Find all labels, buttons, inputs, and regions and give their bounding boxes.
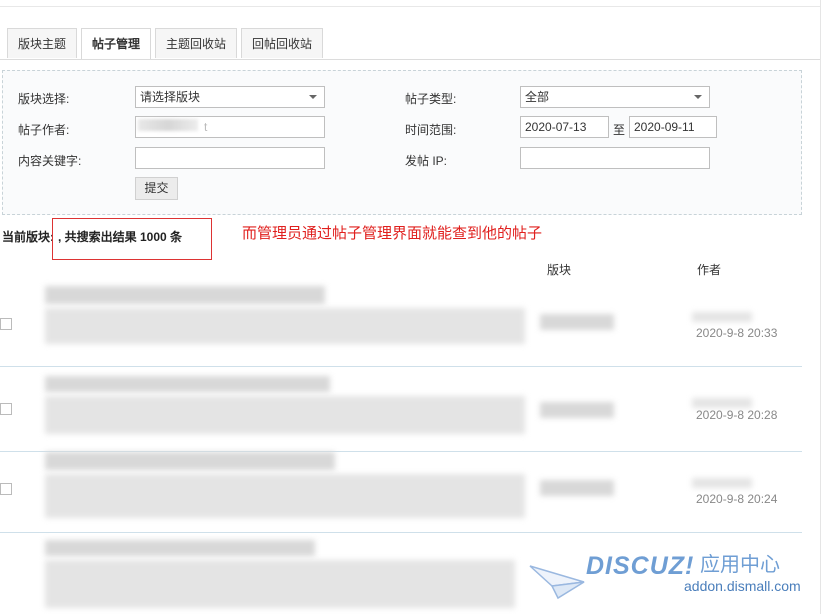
paper-plane-icon	[529, 565, 585, 600]
forum-select-label: 版块选择:	[18, 92, 70, 106]
redacted-title	[45, 286, 325, 304]
time-from-input[interactable]: 2020-07-13	[520, 116, 609, 138]
row-checkbox[interactable]	[0, 318, 12, 330]
tab-forum-threads[interactable]: 版块主题	[7, 28, 78, 58]
redacted-author	[692, 398, 752, 408]
post-ip-input[interactable]	[520, 147, 710, 169]
author-value: t	[204, 120, 208, 134]
tab-reply-recycle-bin[interactable]: 回帖回收站	[241, 28, 324, 58]
forum-select-value: 请选择版块	[140, 90, 201, 104]
redacted-forum	[540, 314, 614, 330]
post-type-select[interactable]: 全部	[520, 86, 710, 108]
redacted-author	[692, 478, 752, 488]
discuz-watermark: DISCUZ! 应用中心 addon.dismall.com	[528, 548, 818, 608]
row-date: 2020-9-8 20:24	[696, 492, 778, 506]
current-forum-label: 当前版块:	[2, 230, 54, 244]
keyword-label: 内容关键字:	[18, 154, 82, 168]
redacted-title	[45, 452, 335, 470]
redacted-content	[45, 560, 515, 608]
submit-button[interactable]: 提交	[135, 177, 178, 200]
tab-bar: 版块主题 帖子管理 主题回收站 回帖回收站	[7, 28, 327, 60]
keyword-input[interactable]	[135, 147, 325, 169]
redacted-title	[45, 540, 315, 556]
top-border	[0, 0, 820, 7]
row-date: 2020-9-8 20:28	[696, 408, 778, 422]
post-type-value: 全部	[525, 90, 550, 104]
time-range-label: 时间范围:	[405, 123, 457, 137]
time-from-value: 2020-07-13	[525, 120, 587, 134]
row-date: 2020-9-8 20:33	[696, 326, 778, 340]
redacted-content	[45, 474, 525, 518]
time-to-value: 2020-09-11	[634, 120, 695, 134]
tab-thread-recycle-bin[interactable]: 主题回收站	[155, 28, 238, 58]
highlight-box	[52, 218, 212, 260]
redacted-forum	[540, 480, 614, 496]
redacted-title	[45, 376, 330, 392]
author-redaction	[138, 119, 198, 131]
author-label: 帖子作者:	[18, 123, 70, 137]
redacted-forum	[540, 402, 614, 418]
tab-post-management[interactable]: 帖子管理	[81, 28, 152, 60]
column-header-author: 作者	[697, 263, 722, 277]
row-checkbox[interactable]	[0, 403, 12, 415]
logo-app-center: 应用中心	[700, 554, 780, 576]
logo-brand: DISCUZ!	[586, 552, 695, 580]
right-border	[820, 0, 821, 614]
logo-url: addon.dismall.com	[684, 578, 801, 594]
row-divider	[0, 366, 802, 367]
time-separator: 至	[613, 123, 626, 137]
redacted-author	[692, 312, 752, 322]
annotation-text: 而管理员通过帖子管理界面就能查到他的帖子	[242, 225, 543, 242]
tabs-divider	[0, 59, 820, 60]
row-checkbox[interactable]	[0, 483, 12, 495]
row-divider	[0, 532, 802, 533]
post-ip-label: 发帖 IP:	[405, 154, 448, 168]
post-type-label: 帖子类型:	[405, 92, 457, 106]
forum-select[interactable]: 请选择版块	[135, 86, 325, 108]
redacted-content	[45, 396, 525, 434]
column-header-forum: 版块	[547, 263, 572, 277]
redacted-content	[45, 308, 525, 344]
time-to-input[interactable]: 2020-09-11	[629, 116, 717, 138]
